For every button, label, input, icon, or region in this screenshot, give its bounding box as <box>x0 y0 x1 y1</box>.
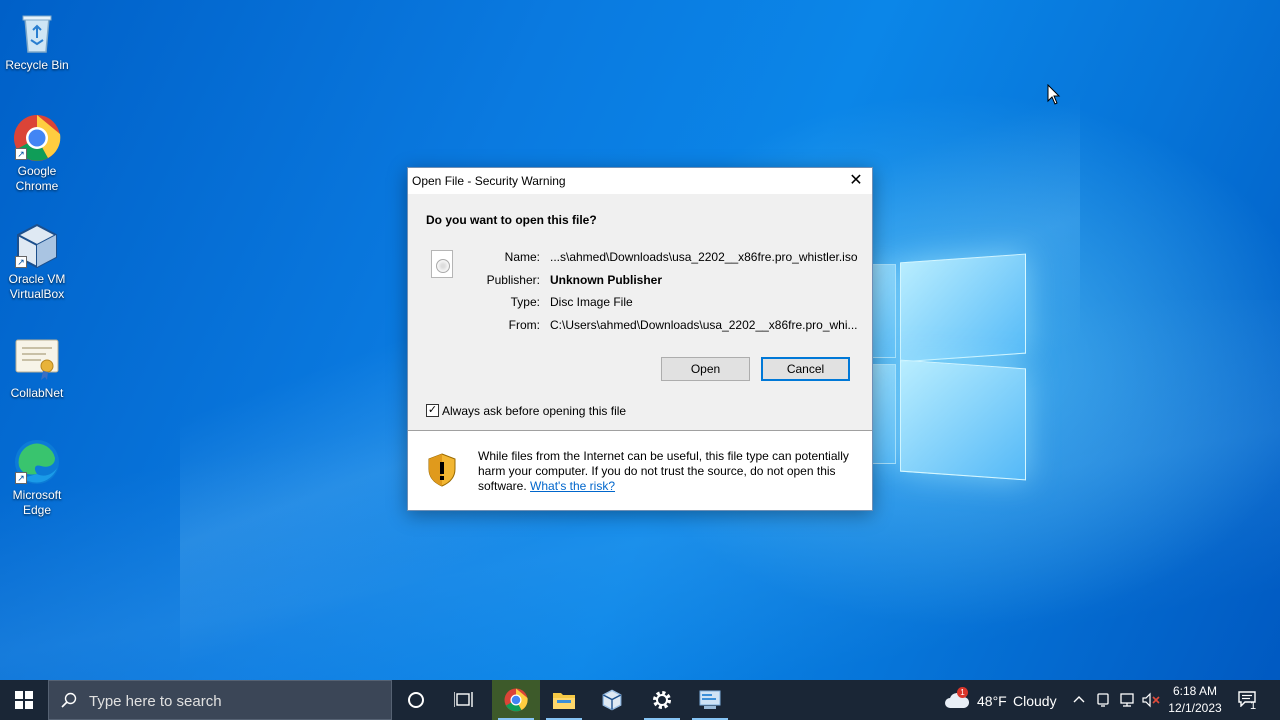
desktop-icon-recycle-bin[interactable]: Recycle Bin <box>2 8 72 73</box>
security-shield-icon <box>428 453 456 487</box>
network-icon <box>1120 693 1134 707</box>
weather-desc: Cloudy <box>1013 693 1057 709</box>
taskbar-virtualbox[interactable] <box>588 680 636 720</box>
chrome-icon: ↗ <box>13 114 61 162</box>
security-warning-dialog: Open File - Security Warning ✕ Do you wa… <box>407 167 873 511</box>
shortcut-arrow-icon: ↗ <box>15 148 27 160</box>
dialog-question: Do you want to open this file? <box>426 213 597 227</box>
desktop-icon-label: VirtualBox <box>9 287 65 301</box>
clock[interactable]: 6:18 AM 12/1/2023 <box>1166 683 1224 717</box>
shortcut-arrow-icon: ↗ <box>15 256 27 268</box>
volume-button[interactable] <box>1141 680 1161 720</box>
task-view-icon <box>454 692 473 707</box>
desktop-icon-label: Edge <box>22 503 52 517</box>
from-value: C:\Users\ahmed\Downloads\usa_2202__x86fr… <box>550 318 858 332</box>
open-button[interactable]: Open <box>661 357 750 381</box>
control-panel-icon <box>699 690 721 709</box>
cancel-button[interactable]: Cancel <box>761 357 850 381</box>
network-button[interactable] <box>1117 680 1137 720</box>
folder-icon <box>553 693 575 709</box>
publisher-label: Publisher: <box>486 273 540 287</box>
clock-time: 6:18 AM <box>1172 684 1218 698</box>
always-ask-label[interactable]: Always ask before opening this file <box>442 404 626 418</box>
desktop-icon-collabnet[interactable]: CollabNet <box>2 336 72 401</box>
name-row: Name: ...s\ahmed\Downloads\usa_2202__x86… <box>408 250 874 266</box>
type-row: Type: Disc Image File <box>408 295 874 311</box>
weather-badge: 1 <box>957 687 968 698</box>
desktop-icon-label: Chrome <box>15 179 59 193</box>
search-icon <box>61 692 77 708</box>
publisher-value: Unknown Publisher <box>550 273 663 287</box>
chevron-up-icon <box>1073 696 1085 703</box>
taskbar-control-panel[interactable] <box>686 680 734 720</box>
shortcut-arrow-icon: ↗ <box>15 472 27 484</box>
notification-badge: 1 <box>1250 700 1257 712</box>
chrome-icon <box>504 688 528 712</box>
virtualbox-icon <box>602 689 622 711</box>
gear-icon <box>653 691 671 709</box>
action-center-button[interactable]: 1 <box>1232 680 1272 720</box>
recycle-bin-icon <box>13 8 61 56</box>
search-placeholder: Type here to search <box>89 693 222 710</box>
warning-panel: While files from the Internet can be use… <box>408 431 872 510</box>
start-button[interactable] <box>0 680 48 720</box>
volume-muted-icon <box>1142 692 1160 708</box>
cortana-icon <box>408 692 424 708</box>
type-value: Disc Image File <box>550 295 633 309</box>
desktop-icon-google-chrome[interactable]: ↗ Google Chrome <box>2 114 72 194</box>
certificate-icon <box>13 336 61 384</box>
desktop-icon-label: Recycle Bin <box>5 58 69 72</box>
desktop-icon-virtualbox[interactable]: ↗ Oracle VM VirtualBox <box>2 222 72 302</box>
always-ask-checkbox[interactable]: ✓ <box>426 404 439 417</box>
weather-widget[interactable]: 1 48°F Cloudy <box>942 680 1062 720</box>
tray-device-button[interactable] <box>1094 680 1112 720</box>
from-row: From: C:\Users\ahmed\Downloads\usa_2202_… <box>408 318 874 334</box>
desktop-icon-label: Oracle VM <box>8 272 66 286</box>
cortana-button[interactable] <box>392 680 440 720</box>
dialog-title: Open File - Security Warning <box>412 174 566 188</box>
taskbar: Type here to search 1 48°F Cloudy 6:18 A… <box>0 680 1280 720</box>
windows-start-icon <box>15 691 33 709</box>
taskbar-chrome[interactable] <box>492 680 540 720</box>
whats-the-risk-link[interactable]: What's the risk? <box>530 479 615 493</box>
desktop-icon-label: CollabNet <box>10 386 64 400</box>
weather-temp: 48°F <box>977 693 1007 709</box>
name-value: ...s\ahmed\Downloads\usa_2202__x86fre.pr… <box>550 250 858 264</box>
taskbar-file-explorer[interactable] <box>540 680 588 720</box>
desktop-icon-label: Google <box>17 164 57 178</box>
dialog-titlebar[interactable]: Open File - Security Warning ✕ <box>408 168 872 194</box>
mouse-pointer-icon <box>1047 83 1061 106</box>
from-label: From: <box>508 318 540 332</box>
taskbar-settings[interactable] <box>638 680 686 720</box>
close-icon[interactable]: ✕ <box>840 168 872 194</box>
task-view-button[interactable] <box>440 680 488 720</box>
edge-icon: ↗ <box>13 438 61 486</box>
publisher-row: Publisher: Unknown Publisher <box>408 273 874 289</box>
desktop-icon-label: Microsoft <box>12 488 62 502</box>
type-label: Type: <box>510 295 540 309</box>
desktop-icon-microsoft-edge[interactable]: ↗ Microsoft Edge <box>2 438 72 518</box>
show-hidden-icons-button[interactable] <box>1070 680 1088 720</box>
virtualbox-icon: ↗ <box>13 222 61 270</box>
taskbar-search-box[interactable]: Type here to search <box>48 680 392 720</box>
device-icon <box>1097 693 1109 707</box>
warning-text: While files from the Internet can be use… <box>478 449 858 494</box>
name-label: Name: <box>504 250 540 264</box>
clock-date: 12/1/2023 <box>1168 701 1222 715</box>
windows-logo-wallpaper <box>872 242 1028 481</box>
